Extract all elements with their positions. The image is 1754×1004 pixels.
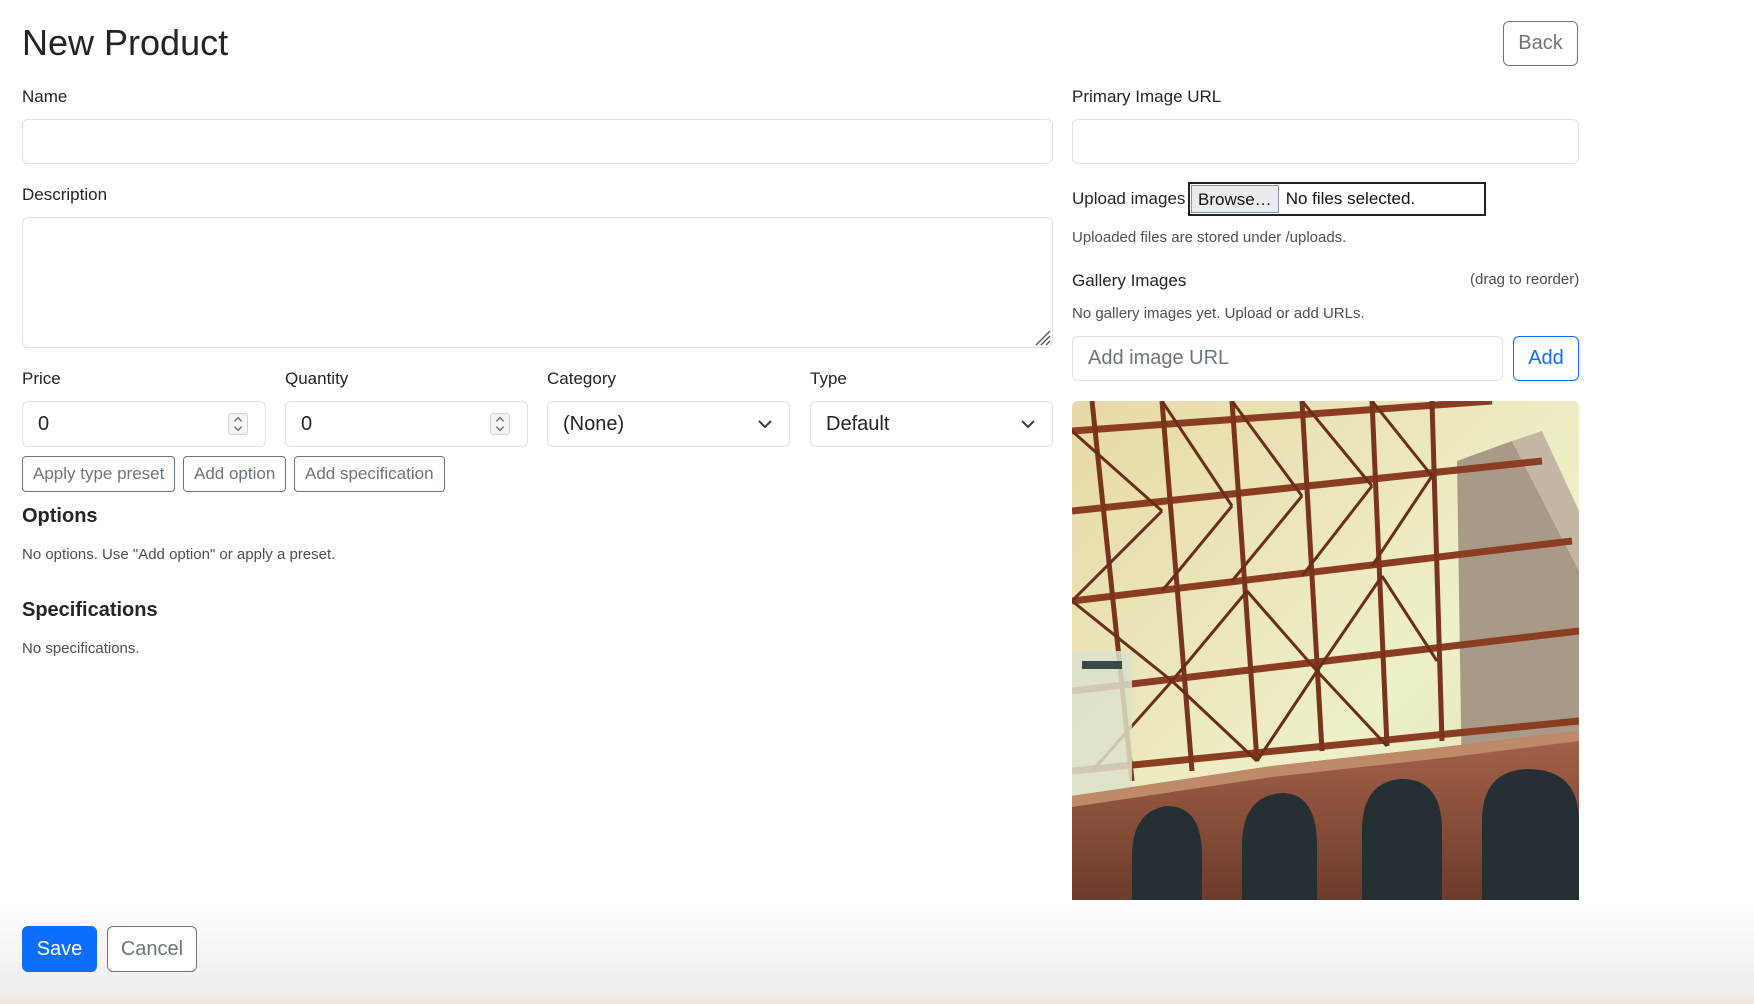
save-button[interactable]: Save [22,926,97,972]
file-input[interactable]: Browse… No files selected. [1188,182,1486,216]
bridge-photo-icon [1072,401,1579,907]
add-image-button[interactable]: Add [1513,336,1579,381]
add-image-url-input[interactable] [1072,336,1503,381]
type-select[interactable]: Default [810,401,1053,447]
add-option-button[interactable]: Add option [183,456,287,492]
apply-type-preset-button[interactable]: Apply type preset [22,456,176,492]
description-label: Description [22,185,108,204]
specifications-empty-text: No specifications. [22,640,140,657]
primary-image-input[interactable] [1072,119,1579,164]
name-input[interactable] [22,119,1053,164]
cancel-button[interactable]: Cancel [107,926,197,972]
price-label: Price [22,369,61,388]
gallery-empty-text: No gallery images yet. Upload or add URL… [1072,305,1365,322]
type-value: Default [826,413,890,435]
specifications-heading: Specifications [22,599,158,621]
price-value: 0 [38,413,50,435]
quantity-label: Quantity [285,369,349,388]
upload-images-label: Upload images [1072,189,1186,208]
page-title: New Product [22,22,229,63]
category-select[interactable]: (None) [547,401,790,447]
spinner-icon[interactable] [490,413,510,435]
category-value: (None) [563,413,625,435]
spinner-icon[interactable] [228,413,248,435]
footer-divider [0,999,1754,1004]
price-input[interactable]: 0 [22,401,266,447]
type-label: Type [810,369,847,388]
category-label: Category [547,369,616,388]
page: New Product Back Name Description Price … [0,0,1754,1004]
file-status: No files selected. [1285,189,1416,208]
upload-hint: Uploaded files are stored under /uploads… [1072,229,1347,246]
gallery-images-label: Gallery Images [1072,271,1187,290]
drag-hint: (drag to reorder) [1470,271,1580,288]
back-button[interactable]: Back [1503,21,1578,66]
primary-image-label: Primary Image URL [1072,87,1222,106]
description-wrapper [22,217,1053,348]
resize-grip-icon[interactable] [1031,326,1051,346]
name-label: Name [22,87,68,106]
add-specification-button[interactable]: Add specification [294,456,445,492]
browse-button[interactable]: Browse… [1191,185,1279,213]
quantity-value: 0 [301,413,313,435]
description-textarea[interactable] [22,217,1053,348]
chevron-down-icon [758,420,772,429]
options-heading: Options [22,505,98,527]
footer-bar [0,900,1754,1000]
chevron-down-icon [1021,420,1035,429]
quantity-input[interactable]: 0 [285,401,528,447]
options-empty-text: No options. Use "Add option" or apply a … [22,546,336,563]
